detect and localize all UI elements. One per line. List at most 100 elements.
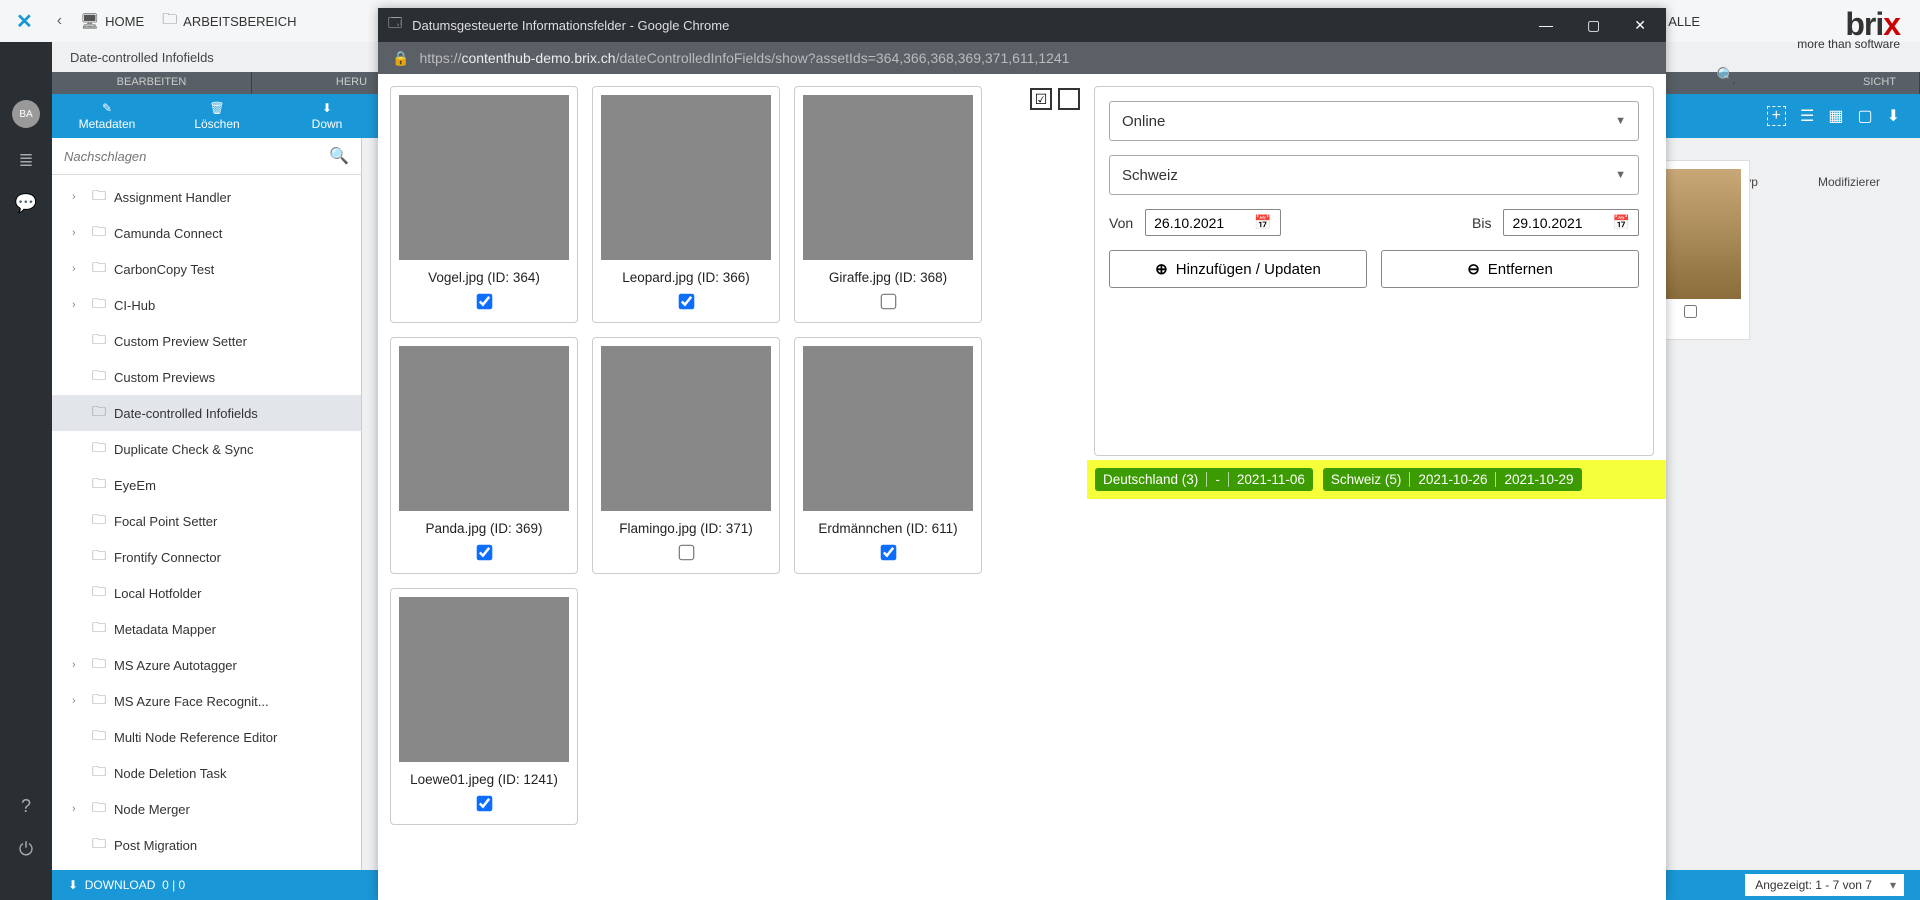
sidebar-item[interactable]: 🗀Local Hotfolder [52, 575, 361, 611]
region-dropdown[interactable]: Schweiz▼ [1109, 155, 1639, 195]
minimize-icon[interactable]: — [1539, 17, 1553, 34]
nav-workspace[interactable]: 🗀ARBEITSBEREICH [162, 9, 296, 34]
sidebar-item[interactable]: ›🗀CI-Hub [52, 287, 361, 323]
asset-card[interactable]: Leopard.jpg (ID: 366) [592, 86, 780, 323]
asset-label: Giraffe.jpg (ID: 368) [829, 270, 947, 285]
asset-card[interactable]: Erdmännchen (ID: 611) [794, 337, 982, 574]
help-icon[interactable]: ? [21, 796, 31, 817]
sidebar-search-input[interactable] [64, 149, 329, 164]
result-pill[interactable]: Schweiz (5)2021-10-262021-10-29 [1323, 468, 1582, 491]
asset-thumbnail [803, 95, 973, 260]
col-modifier: Modifizierer [1818, 175, 1880, 189]
url-bar[interactable]: 🔒 https://contenthub-demo.brix.ch/dateCo… [378, 42, 1666, 74]
folder-icon: 🗀 [92, 689, 106, 713]
sidebar-item-label: Duplicate Check & Sync [114, 442, 253, 457]
asset-checkbox[interactable] [880, 294, 896, 310]
sidebar-item[interactable]: 🗀Node Deletion Task [52, 755, 361, 791]
download-button[interactable]: ⬇Down [272, 101, 382, 131]
select-all-button[interactable]: ☑ [1030, 88, 1052, 110]
chevron-down-icon[interactable]: ▾ [1882, 874, 1904, 896]
chat-icon[interactable]: 💬 [15, 193, 37, 214]
folder-icon: 🗀 [92, 329, 106, 353]
list-view-icon[interactable]: ☰ [1800, 106, 1814, 126]
download-icon[interactable]: ⬇ [1887, 106, 1900, 126]
folder-icon: 🗀 [92, 833, 106, 857]
breadcrumb-seg[interactable]: ALLE [1668, 14, 1700, 29]
folder-icon: 🗀 [92, 761, 106, 785]
chevron-right-icon: › [72, 803, 84, 815]
remove-button[interactable]: ⊖Entfernen [1381, 250, 1639, 288]
sidebar-item-label: Metadata Mapper [114, 622, 216, 637]
asset-checkbox[interactable] [880, 545, 896, 561]
sidebar-item-label: Node Merger [114, 802, 190, 817]
asset-card[interactable]: Panda.jpg (ID: 369) [390, 337, 578, 574]
sidebar-item[interactable]: 🗀Date-controlled Infofields [52, 395, 361, 431]
from-date-input[interactable]: 26.10.2021📅 [1145, 209, 1281, 236]
nav-back-icon[interactable]: ‹ [57, 12, 62, 30]
sidebar-item[interactable]: ›🗀CarbonCopy Test [52, 251, 361, 287]
tab-edit[interactable]: BEARBEITEN [52, 72, 252, 94]
sidebar-item[interactable]: 🗀Frontify Connector [52, 539, 361, 575]
nav-home[interactable]: 🖥HOME [80, 12, 144, 30]
layers-icon[interactable]: ≣ [18, 150, 33, 171]
folder-icon: 🗀 [92, 221, 106, 245]
sidebar-item[interactable]: ›🗀MS Azure Face Recognit... [52, 683, 361, 719]
download-icon[interactable]: ⬇ [68, 878, 78, 892]
maximize-icon[interactable]: ▢ [1587, 17, 1600, 34]
sidebar-item[interactable]: 🗀Post Migration [52, 827, 361, 863]
calendar-icon[interactable]: 📅 [1613, 214, 1630, 231]
asset-checkbox[interactable] [1684, 305, 1697, 318]
close-icon[interactable]: ✕ [1634, 17, 1646, 34]
sidebar-item[interactable]: 🗀Custom Previews [52, 359, 361, 395]
add-icon[interactable]: + [1767, 106, 1786, 126]
metadata-button[interactable]: ✎Metadaten [52, 101, 162, 131]
asset-thumbnail [803, 346, 973, 511]
asset-card[interactable]: Vogel.jpg (ID: 364) [390, 86, 578, 323]
search-icon[interactable]: 🔍 [329, 146, 349, 166]
folder-icon: 🗀 [92, 401, 106, 425]
chevron-right-icon: › [72, 299, 84, 311]
tab-sicht[interactable]: SICHT [1840, 72, 1920, 94]
asset-checkbox[interactable] [678, 294, 694, 310]
asset-checkbox[interactable] [476, 796, 492, 812]
sidebar-item[interactable]: ›🗀MS Azure Autotagger [52, 647, 361, 683]
sidebar-item[interactable]: ›🗀Relation Handler [52, 863, 361, 870]
sidebar-item[interactable]: 🗀EyeEm [52, 467, 361, 503]
asset-checkbox[interactable] [476, 294, 492, 310]
window-icon: 🗔 [388, 14, 402, 36]
panel-icon[interactable]: ▢ [1857, 106, 1872, 126]
sidebar-item[interactable]: 🗀Custom Preview Setter [52, 323, 361, 359]
asset-card[interactable]: Flamingo.jpg (ID: 371) [592, 337, 780, 574]
sidebar-item[interactable]: ›🗀Camunda Connect [52, 215, 361, 251]
grid-view-icon[interactable]: ▦ [1828, 106, 1843, 126]
asset-checkbox[interactable] [476, 545, 492, 561]
sidebar-item[interactable]: ›🗀Node Merger [52, 791, 361, 827]
sidebar-item[interactable]: ›🗀Assignment Handler [52, 179, 361, 215]
user-avatar[interactable]: BA [12, 100, 40, 128]
add-update-button[interactable]: ⊕Hinzufügen / Updaten [1109, 250, 1367, 288]
calendar-icon[interactable]: 📅 [1254, 214, 1271, 231]
deselect-all-button[interactable] [1058, 88, 1080, 110]
folder-icon: 🗀 [92, 509, 106, 533]
result-pill[interactable]: Deutschland (3)-2021-11-06 [1095, 468, 1313, 491]
sidebar-item[interactable]: 🗀Focal Point Setter [52, 503, 361, 539]
status-dropdown[interactable]: Online▼ [1109, 101, 1639, 141]
app-logo-icon[interactable]: ✕ [10, 9, 39, 34]
asset-card[interactable]: Giraffe.jpg (ID: 368) [794, 86, 982, 323]
search-icon[interactable]: 🔍 [1716, 66, 1736, 86]
folder-icon: 🗀 [92, 617, 106, 641]
asset-card[interactable]: Loewe01.jpeg (ID: 1241) [390, 588, 578, 825]
lock-icon[interactable]: 🔒 [392, 50, 409, 67]
asset-checkbox[interactable] [678, 545, 694, 561]
sidebar-item[interactable]: 🗀Duplicate Check & Sync [52, 431, 361, 467]
sidebar-item-label: Assignment Handler [114, 190, 231, 205]
sidebar-item[interactable]: 🗀 Metadata Mapper [52, 611, 361, 647]
sidebar-item-label: MS Azure Face Recognit... [114, 694, 269, 709]
sidebar-item[interactable]: 🗀Multi Node Reference Editor [52, 719, 361, 755]
delete-button[interactable]: 🗑Löschen [162, 101, 272, 131]
to-date-input[interactable]: 29.10.2021📅 [1503, 209, 1639, 236]
sidebar-item-label: CI-Hub [114, 298, 155, 313]
sidebar-item-label: Multi Node Reference Editor [114, 730, 277, 745]
asset-thumbnail [601, 95, 771, 260]
power-icon[interactable]: ⏻ [19, 839, 33, 860]
